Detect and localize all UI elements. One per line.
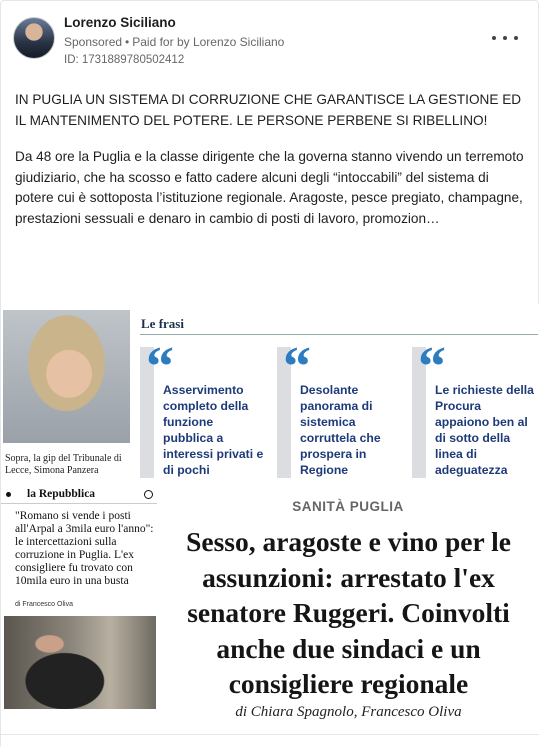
post-image[interactable]: Sopra, la gip del Tribunale di Lecce, Si… xyxy=(1,304,539,734)
meta-separator: • xyxy=(125,35,130,49)
more-dot xyxy=(514,36,518,40)
ad-post-card: Lorenzo Siciliano Sponsored • Paid for by … xyxy=(0,0,539,749)
repubblica-logo: la Repubblica xyxy=(27,488,96,500)
quote-card: “ Desolante panorama di sistemica corrut… xyxy=(277,339,403,478)
quote-text: Asservimento completo della funzione pub… xyxy=(163,383,264,477)
news-byline: di Chiara Spagnolo, Francesco Oliva xyxy=(235,704,462,720)
account-icon xyxy=(144,490,153,499)
news-headline: Sesso, aragoste e vino per le assunzioni… xyxy=(186,526,511,699)
sponsored-label[interactable]: Sponsored xyxy=(64,35,122,49)
arrest-photo xyxy=(4,616,156,709)
quote-card: “ Asservimento completo della funzione p… xyxy=(140,339,266,478)
ad-id: ID: 1731889780502412 xyxy=(64,54,185,66)
post-text: IN PUGLIA UN SISTEMA DI CORRUZIONE CHE G… xyxy=(15,90,527,245)
repubblica-author: di Francesco Oliva xyxy=(15,601,73,608)
profile-avatar[interactable] xyxy=(13,17,55,59)
post-header: Lorenzo Siciliano Sponsored • Paid for by … xyxy=(13,13,526,73)
more-options-icon[interactable] xyxy=(492,31,518,45)
post-body[interactable]: Da 48 ore la Puglia e la classe dirigent… xyxy=(15,147,527,229)
menu-dot-icon xyxy=(6,492,11,497)
repubblica-header: la Repubblica xyxy=(1,486,157,504)
more-dot xyxy=(492,36,496,40)
quote-text: Desolante panorama di sistemica corrutte… xyxy=(300,383,381,477)
gip-photo xyxy=(3,310,130,443)
author-name[interactable]: Lorenzo Siciliano xyxy=(64,15,176,30)
post-headline: IN PUGLIA UN SISTEMA DI CORRUZIONE CHE G… xyxy=(15,92,522,128)
card-footer xyxy=(1,734,539,749)
paid-for-label: Paid for by Lorenzo Siciliano xyxy=(132,35,285,49)
quote-text: Le richieste della Procura appaiono ben … xyxy=(435,383,534,477)
more-dot xyxy=(503,36,507,40)
divider xyxy=(140,334,538,335)
quote-card: “ Le richieste della Procura appaiono be… xyxy=(412,339,538,478)
gip-caption: Sopra, la gip del Tribunale di Lecce, Si… xyxy=(5,453,122,476)
repubblica-headline: "Romano si vende i posti all'Arpal a 3mi… xyxy=(15,510,154,587)
section-label: SANITÀ PUGLIA xyxy=(292,499,404,514)
post-meta: Sponsored • Paid for by Lorenzo Siciliano xyxy=(64,35,284,49)
quotes-section-title: Le frasi xyxy=(141,316,184,331)
